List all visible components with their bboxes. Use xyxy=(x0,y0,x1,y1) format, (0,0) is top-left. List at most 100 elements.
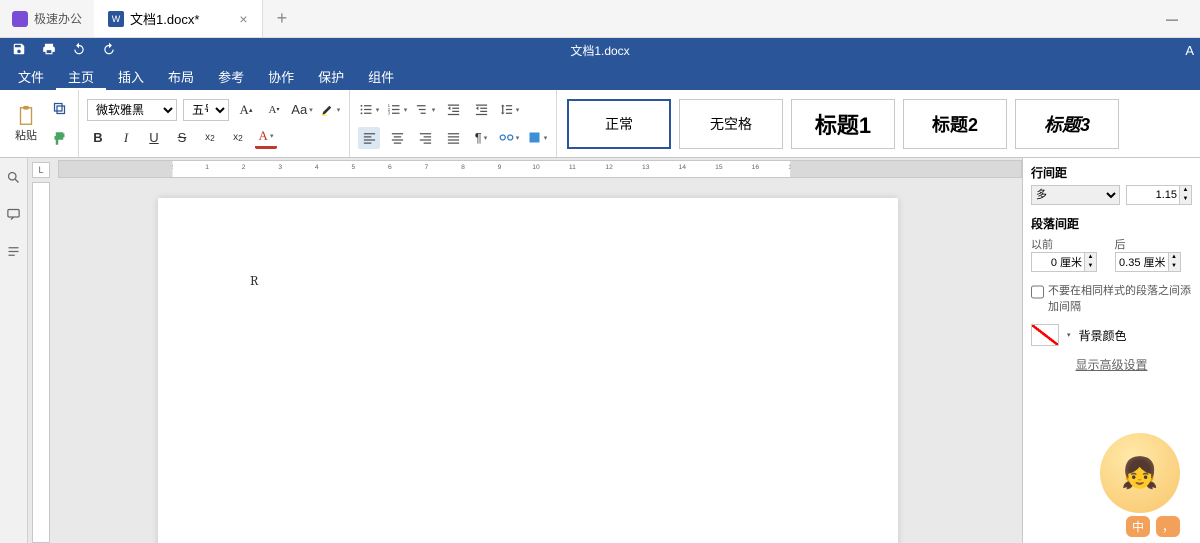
ime-zh-badge[interactable]: 中 xyxy=(1126,516,1150,537)
document-title: 文档1.docx xyxy=(570,42,629,59)
bold-button[interactable]: B xyxy=(87,127,109,149)
bullets-button[interactable] xyxy=(358,99,380,121)
highlight-button[interactable] xyxy=(319,99,341,121)
minimize-button[interactable]: — xyxy=(1154,6,1190,32)
style-heading1[interactable]: 标题1 xyxy=(791,99,895,149)
styles-gallery: 正常 无空格 标题1 标题2 标题3 xyxy=(557,90,1129,157)
after-label: 后 xyxy=(1115,236,1193,252)
print-button[interactable] xyxy=(42,42,56,59)
svg-text:5: 5 xyxy=(351,164,355,171)
underline-button[interactable]: U xyxy=(143,127,165,149)
bgcolor-label: 背景颜色 xyxy=(1079,327,1127,344)
align-right-button[interactable] xyxy=(414,127,436,149)
svg-text:3: 3 xyxy=(387,111,390,116)
svg-text:7: 7 xyxy=(425,164,429,171)
menu-file[interactable]: 文件 xyxy=(6,62,56,90)
style-heading2[interactable]: 标题2 xyxy=(903,99,1007,149)
tab-marker[interactable]: L xyxy=(32,162,50,178)
menu-home[interactable]: 主页 xyxy=(56,62,106,90)
strike-button[interactable]: S xyxy=(171,127,193,149)
svg-text:10: 10 xyxy=(532,164,540,171)
show-marks-button[interactable]: ¶ xyxy=(470,127,492,149)
decrease-indent-button[interactable] xyxy=(442,99,464,121)
show-advanced-link[interactable]: 显示高级设置 xyxy=(1031,356,1192,373)
horizontal-ruler[interactable]: 211234567891011121314151617 xyxy=(58,160,1022,178)
line-spacing-button[interactable] xyxy=(498,99,520,121)
style-heading3[interactable]: 标题3 xyxy=(1015,99,1119,149)
subscript-button[interactable]: x2 xyxy=(227,127,249,149)
svg-text:16: 16 xyxy=(752,164,760,171)
italic-button[interactable]: I xyxy=(115,127,137,149)
app-tab[interactable]: 极速办公 xyxy=(0,0,94,37)
copy-button[interactable] xyxy=(48,98,70,120)
headings-icon[interactable] xyxy=(6,244,21,259)
ribbon: 粘贴 微软雅黑 五号 A▴ A▾ Aa B I U S x2 x2 A 123 xyxy=(0,90,1200,158)
ime-punct-badge[interactable]: ， xyxy=(1156,516,1180,537)
left-toolbar xyxy=(0,158,28,543)
numbering-button[interactable]: 123 xyxy=(386,99,408,121)
svg-text:12: 12 xyxy=(605,164,613,171)
increase-indent-button[interactable] xyxy=(470,99,492,121)
no-space-same-style-checkbox[interactable] xyxy=(1031,282,1044,302)
font-color-button[interactable]: A xyxy=(255,127,277,149)
page[interactable]: R xyxy=(158,198,898,543)
superscript-button[interactable]: x2 xyxy=(199,127,221,149)
save-button[interactable] xyxy=(12,42,26,59)
vertical-ruler[interactable] xyxy=(32,182,50,543)
spacing-after-input[interactable]: ▲▼ xyxy=(1115,252,1181,272)
svg-text:14: 14 xyxy=(679,164,687,171)
font-name-select[interactable]: 微软雅黑 xyxy=(87,99,177,121)
paste-label: 粘贴 xyxy=(15,127,37,143)
ime-badges: 中 ， xyxy=(1126,516,1180,537)
workspace: L 211234567891011121314151617 R 行间距 多 ▲▼… xyxy=(0,158,1200,543)
line-spacing-value[interactable]: ▲▼ xyxy=(1126,185,1192,205)
style-nospace[interactable]: 无空格 xyxy=(679,99,783,149)
menu-insert[interactable]: 插入 xyxy=(106,62,156,90)
svg-text:11: 11 xyxy=(569,164,576,171)
menu-layout[interactable]: 布局 xyxy=(156,62,206,90)
tab-close-button[interactable]: × xyxy=(239,11,247,27)
multilevel-button[interactable] xyxy=(414,99,436,121)
user-menu[interactable]: A xyxy=(1185,43,1200,58)
merge-button[interactable] xyxy=(498,127,520,149)
format-painter-button[interactable] xyxy=(48,128,70,150)
line-spacing-mode[interactable]: 多 xyxy=(1031,185,1120,205)
svg-text:15: 15 xyxy=(715,164,723,171)
titlebar: 极速办公 W 文档1.docx* × + — xyxy=(0,0,1200,38)
align-justify-button[interactable] xyxy=(442,127,464,149)
before-label: 以前 xyxy=(1031,236,1109,252)
paste-button[interactable]: 粘贴 xyxy=(8,105,44,143)
svg-text:1: 1 xyxy=(205,164,209,171)
app-logo-icon xyxy=(12,11,28,27)
undo-button[interactable] xyxy=(72,42,86,59)
bgcolor-swatch[interactable] xyxy=(1031,324,1059,346)
font-size-select[interactable]: 五号 xyxy=(183,99,229,121)
redo-button[interactable] xyxy=(102,42,116,59)
document-body[interactable]: R xyxy=(158,198,898,363)
menu-protect[interactable]: 保护 xyxy=(306,62,356,90)
assistant-avatar-icon[interactable]: 👧 xyxy=(1100,433,1180,513)
style-normal[interactable]: 正常 xyxy=(567,99,671,149)
document-tab[interactable]: W 文档1.docx* × xyxy=(94,0,263,37)
clipboard-group: 粘贴 xyxy=(0,90,79,157)
svg-text:4: 4 xyxy=(315,164,319,171)
shading-button[interactable] xyxy=(526,127,548,149)
menu-collab[interactable]: 协作 xyxy=(256,62,306,90)
line-spacing-label: 行间距 xyxy=(1031,164,1192,181)
no-space-same-style-label: 不要在相同样式的段落之间添加间隔 xyxy=(1048,282,1192,314)
align-center-button[interactable] xyxy=(386,127,408,149)
menu-reference[interactable]: 参考 xyxy=(206,62,256,90)
search-icon[interactable] xyxy=(6,170,21,185)
document-icon: W xyxy=(108,11,124,27)
para-spacing-label: 段落间距 xyxy=(1031,215,1192,232)
decrease-font-button[interactable]: A▾ xyxy=(263,99,285,121)
menu-addons[interactable]: 组件 xyxy=(356,62,406,90)
align-left-button[interactable] xyxy=(358,127,380,149)
menubar: 文件 主页 插入 布局 参考 协作 保护 组件 xyxy=(0,62,1200,90)
new-tab-button[interactable]: + xyxy=(263,8,302,29)
increase-font-button[interactable]: A▴ xyxy=(235,99,257,121)
comments-icon[interactable] xyxy=(6,207,21,222)
change-case-button[interactable]: Aa xyxy=(291,99,313,121)
spacing-before-input[interactable]: ▲▼ xyxy=(1031,252,1097,272)
svg-text:3: 3 xyxy=(278,164,282,171)
